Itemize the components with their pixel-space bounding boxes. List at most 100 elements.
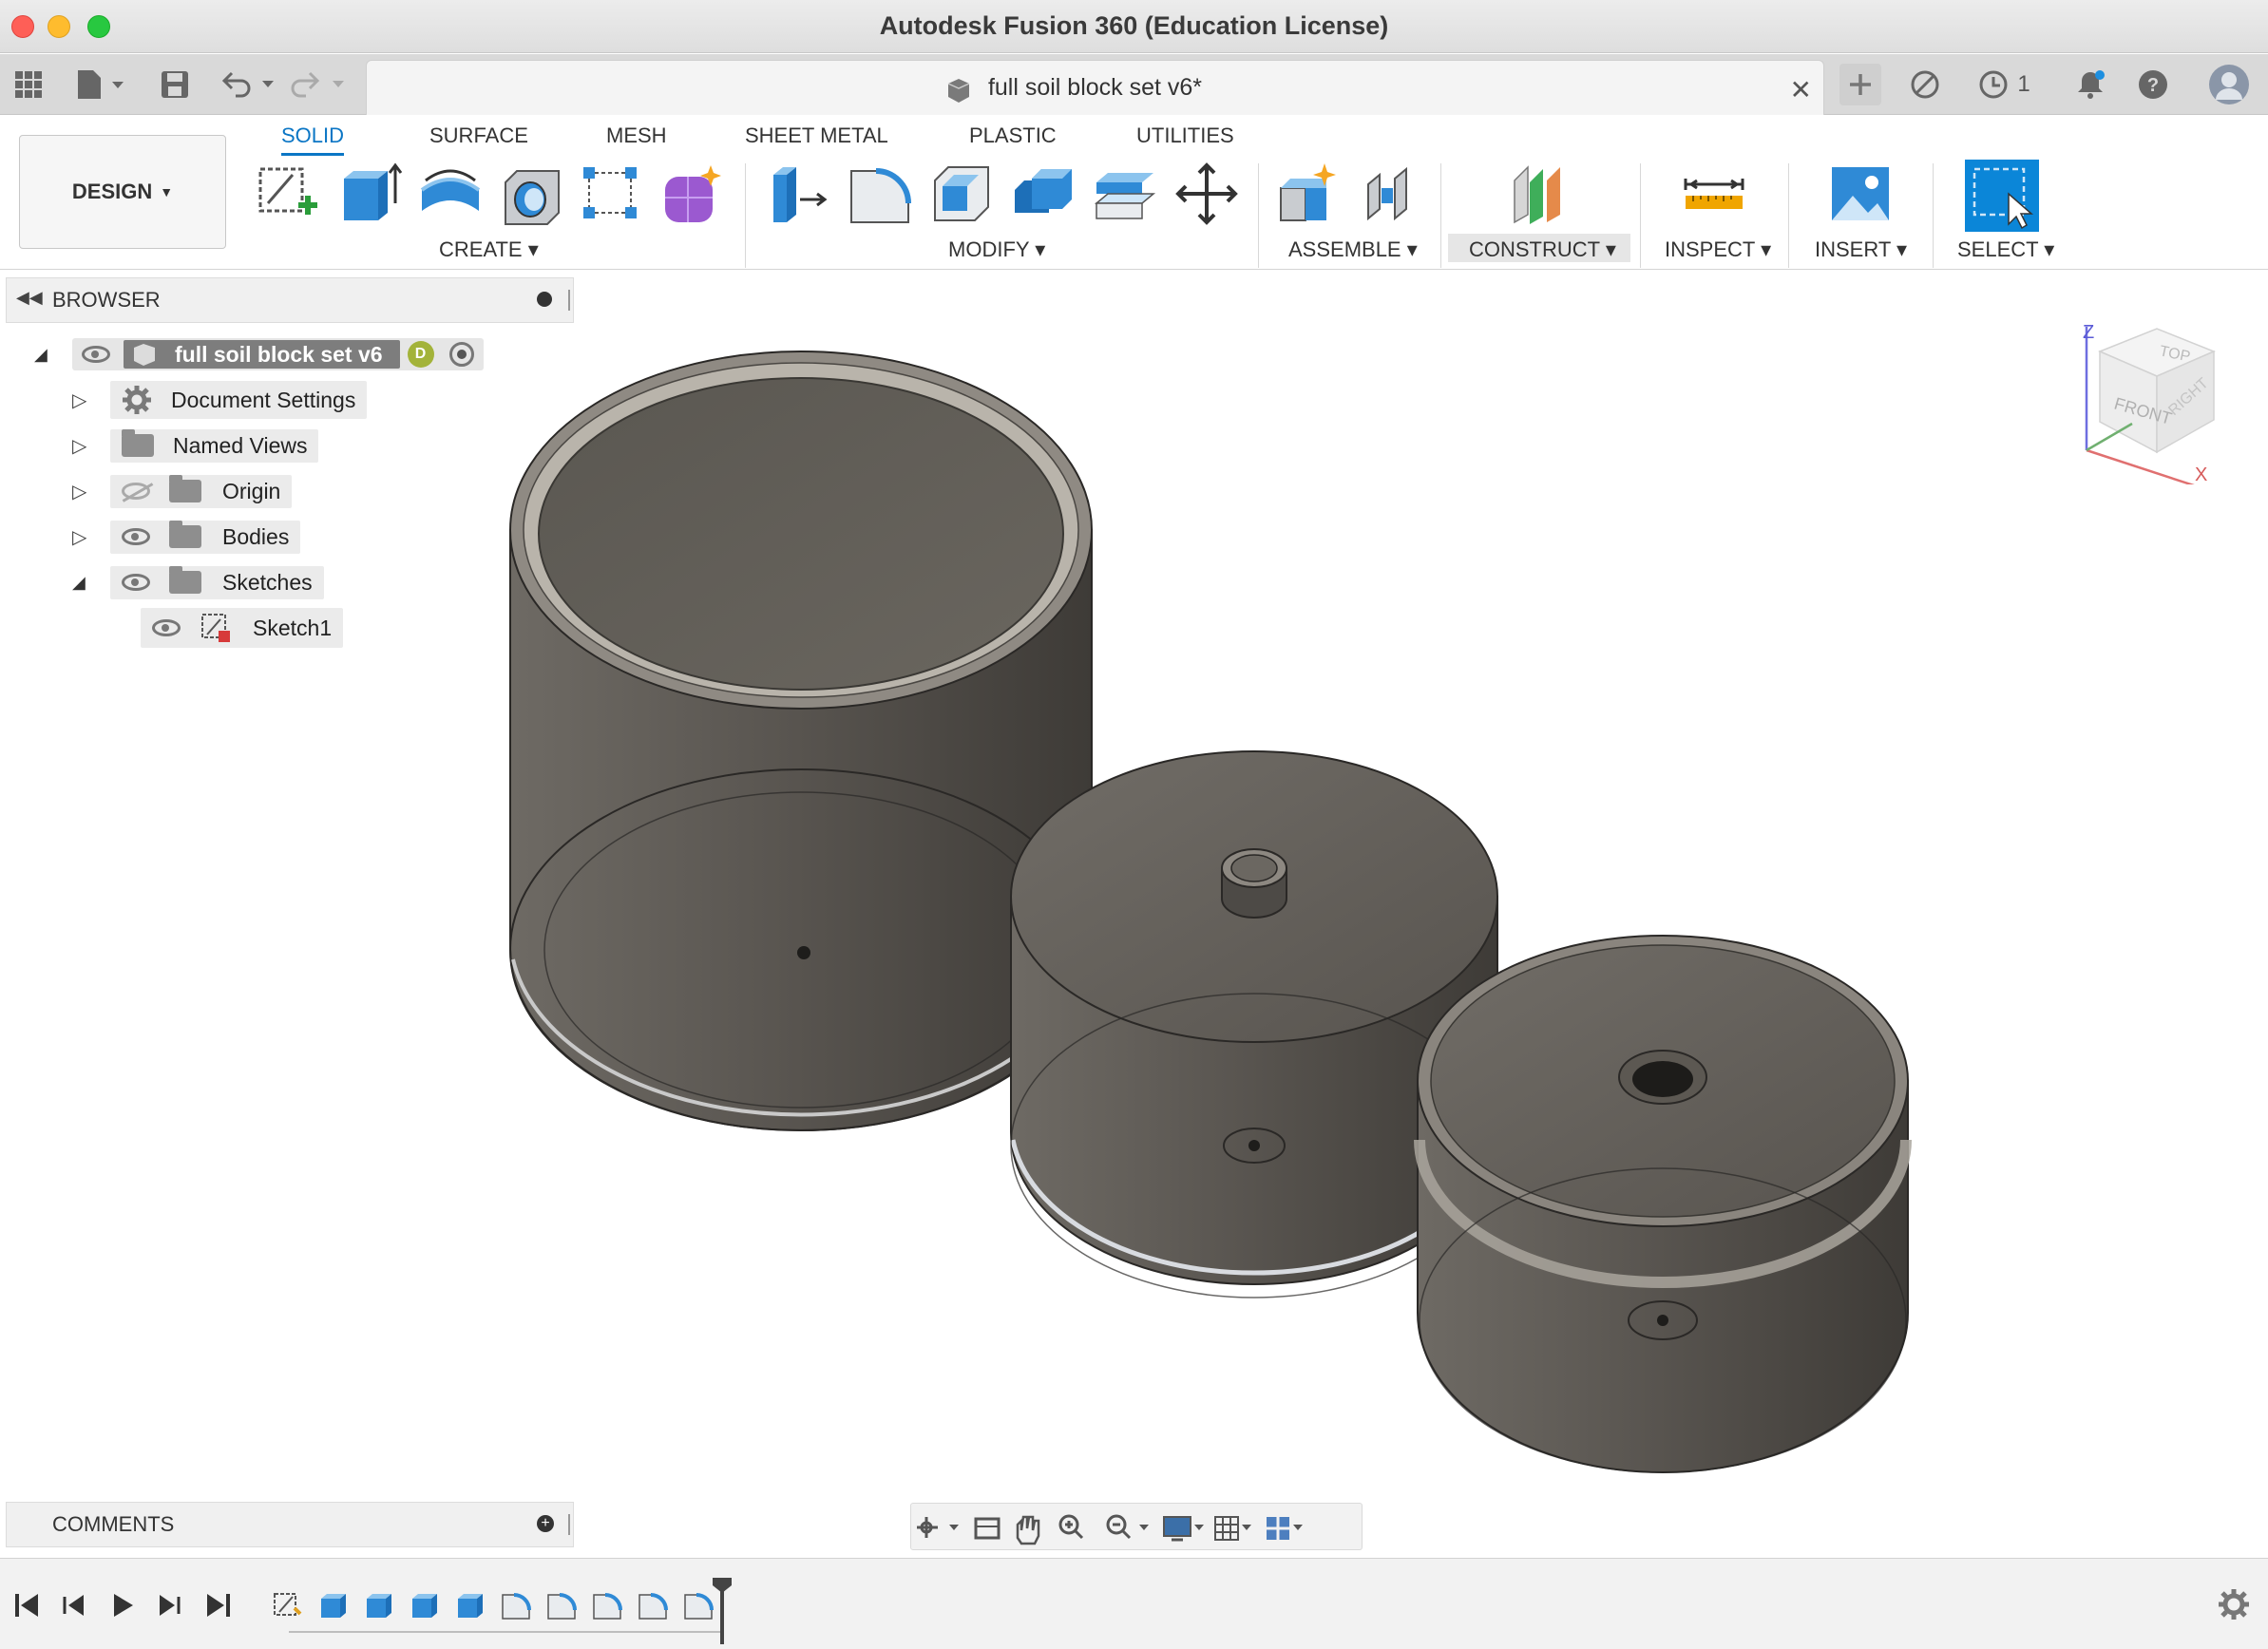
browser-item-sketch1[interactable]: Sketch1 xyxy=(141,608,344,648)
data-panel-grid-icon[interactable] xyxy=(11,67,46,102)
job-status-icon[interactable]: 1 xyxy=(1971,67,2037,102)
create-form-icon[interactable] xyxy=(661,161,726,226)
timeline-fillet-icon[interactable] xyxy=(682,1589,715,1621)
grid-settings-icon[interactable] xyxy=(1214,1516,1251,1541)
visibility-eye-icon[interactable] xyxy=(152,619,181,636)
timeline-sketch-icon[interactable] xyxy=(272,1589,304,1621)
step-forward-icon[interactable] xyxy=(154,1591,182,1620)
select-group-menu[interactable]: SELECT ▾ xyxy=(1957,237,2054,262)
construct-group-menu[interactable]: CONSTRUCT ▾ xyxy=(1469,237,1616,262)
tab-utilities[interactable]: UTILITIES xyxy=(1136,123,1234,148)
large-cylinder-body[interactable] xyxy=(509,351,1093,1131)
offset-face-icon[interactable] xyxy=(1093,161,1157,226)
timeline-fillet-icon[interactable] xyxy=(500,1589,532,1621)
hidden-eye-icon[interactable] xyxy=(122,483,154,502)
expand-triangle-icon[interactable]: ▷ xyxy=(72,480,110,503)
fillet-icon[interactable] xyxy=(848,161,912,226)
visibility-eye-icon[interactable] xyxy=(82,346,110,363)
zoom-icon[interactable] xyxy=(1058,1514,1084,1540)
new-tab-plus-icon[interactable] xyxy=(1839,64,1881,105)
revolve-icon[interactable] xyxy=(418,161,483,226)
extrude-icon[interactable] xyxy=(338,161,403,226)
browser-item-origin[interactable]: ▷ Origin xyxy=(72,472,293,510)
workspace-switcher-button[interactable]: DESIGN ▼ xyxy=(19,135,226,249)
canvas-viewport[interactable] xyxy=(475,285,1957,1491)
timeline-settings-gear-icon[interactable] xyxy=(2217,1587,2251,1621)
offline-status-icon[interactable] xyxy=(1906,67,1944,102)
browser-root-node[interactable]: ◢ full soil block set v6 D xyxy=(34,335,484,373)
play-icon[interactable] xyxy=(108,1591,137,1620)
orbit-icon[interactable] xyxy=(917,1517,959,1538)
add-comment-plus-icon[interactable]: + xyxy=(537,1515,554,1532)
timeline-extrude-icon[interactable] xyxy=(454,1589,486,1621)
timeline-fillet-icon[interactable] xyxy=(591,1589,623,1621)
collapse-triangle-icon[interactable]: ◢ xyxy=(34,345,72,365)
timeline-extrude-icon[interactable] xyxy=(409,1589,441,1621)
visibility-eye-icon[interactable] xyxy=(122,574,150,591)
help-icon[interactable]: ? xyxy=(2134,67,2172,102)
create-sketch-icon[interactable] xyxy=(255,161,319,226)
assemble-group-label: ASSEMBLE xyxy=(1288,237,1401,261)
small-cylinder-body[interactable] xyxy=(1414,935,1912,1473)
expand-triangle-icon[interactable]: ▷ xyxy=(72,434,110,458)
tab-plastic[interactable]: PLASTIC xyxy=(969,123,1057,148)
go-to-start-icon[interactable] xyxy=(13,1591,42,1620)
pan-hand-icon[interactable] xyxy=(1016,1515,1040,1545)
look-at-icon[interactable] xyxy=(974,1517,1001,1540)
browser-item-named-views[interactable]: ▷ Named Views xyxy=(72,426,319,464)
notifications-bell-icon[interactable] xyxy=(2071,67,2109,102)
tab-solid[interactable]: SOLID xyxy=(281,123,345,156)
press-pull-icon[interactable] xyxy=(766,161,830,226)
timeline-fillet-icon[interactable] xyxy=(545,1589,578,1621)
create-group-menu[interactable]: CREATE ▾ xyxy=(439,237,539,262)
expand-triangle-icon[interactable]: ▷ xyxy=(72,389,110,412)
browser-item-document-settings[interactable]: ▷ Document Settings xyxy=(72,381,368,419)
user-avatar-icon[interactable] xyxy=(2206,65,2252,104)
collapse-triangle-icon[interactable]: ◢ xyxy=(72,573,110,593)
measure-icon[interactable] xyxy=(1682,161,1746,226)
item-label: Document Settings xyxy=(171,387,356,412)
new-component-icon[interactable] xyxy=(1277,161,1342,226)
insert-image-icon[interactable] xyxy=(1828,161,1893,226)
joint-icon[interactable] xyxy=(1359,161,1423,226)
timeline-extrude-icon[interactable] xyxy=(363,1589,395,1621)
modify-group-menu[interactable]: MODIFY ▾ xyxy=(948,237,1045,262)
redo-icon[interactable] xyxy=(291,67,350,102)
expand-triangle-icon[interactable]: ▷ xyxy=(72,525,110,549)
panel-resize-handle[interactable] xyxy=(568,1514,571,1535)
tab-mesh[interactable]: MESH xyxy=(606,123,667,148)
combine-icon[interactable] xyxy=(1011,161,1076,226)
step-back-icon[interactable] xyxy=(61,1591,89,1620)
tab-surface[interactable]: SURFACE xyxy=(429,123,528,148)
hole-icon[interactable] xyxy=(500,161,564,226)
timeline-extrude-icon[interactable] xyxy=(317,1589,350,1621)
browser-item-sketches[interactable]: ◢ Sketches xyxy=(72,563,324,601)
pattern-icon[interactable] xyxy=(580,161,644,226)
insert-group-menu[interactable]: INSERT ▾ xyxy=(1815,237,1907,262)
go-to-end-icon[interactable] xyxy=(203,1591,232,1620)
select-group-label: SELECT xyxy=(1957,237,2039,261)
activate-radio-icon[interactable] xyxy=(448,342,474,367)
insert-group-label: INSERT xyxy=(1815,237,1891,261)
collapse-panel-icon[interactable]: ◀◀ xyxy=(16,288,43,308)
viewcube[interactable]: TOP FRONT RIGHT Z X xyxy=(2071,313,2242,490)
save-icon[interactable] xyxy=(156,67,194,102)
offset-plane-icon[interactable] xyxy=(1509,161,1573,226)
inspect-group-menu[interactable]: INSPECT ▾ xyxy=(1665,237,1771,262)
viewports-icon[interactable] xyxy=(1267,1517,1303,1540)
file-menu-icon[interactable] xyxy=(74,67,131,102)
fit-zoom-icon[interactable] xyxy=(1106,1514,1149,1540)
undo-icon[interactable] xyxy=(220,67,279,102)
shell-icon[interactable] xyxy=(929,161,994,226)
display-settings-icon[interactable] xyxy=(1163,1516,1204,1542)
document-tab[interactable]: full soil block set v6* ✕ xyxy=(366,60,1824,115)
close-tab-icon[interactable]: ✕ xyxy=(1790,74,1812,105)
visibility-eye-icon[interactable] xyxy=(122,528,150,545)
tab-sheet-metal[interactable]: SHEET METAL xyxy=(745,123,888,148)
browser-item-bodies[interactable]: ▷ Bodies xyxy=(72,518,301,556)
timeline-fillet-icon[interactable] xyxy=(637,1589,669,1621)
select-tool-icon[interactable] xyxy=(1965,160,2039,232)
timeline-marker-handle[interactable] xyxy=(711,1576,734,1646)
assemble-group-menu[interactable]: ASSEMBLE ▾ xyxy=(1288,237,1418,262)
move-copy-icon[interactable] xyxy=(1174,161,1239,226)
